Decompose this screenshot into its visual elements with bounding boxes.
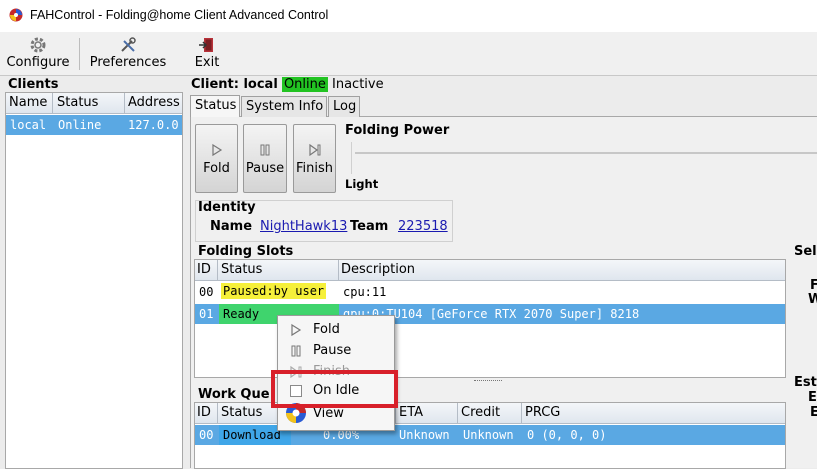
name-label: Name <box>210 219 253 234</box>
menu-item-pause[interactable]: Pause <box>278 341 394 361</box>
side-panel-label: Est <box>794 375 817 390</box>
column-divider <box>124 93 125 113</box>
menu-item-label: View <box>313 406 344 421</box>
pane-splitter-handle[interactable] <box>474 380 502 384</box>
tab-log[interactable]: Log <box>328 96 360 117</box>
configure-label: Configure <box>6 55 70 70</box>
toolbar: Configure Preferences Exit <box>0 32 817 76</box>
column-header-name[interactable]: Name <box>9 95 47 110</box>
wu-status: Download <box>223 428 281 442</box>
column-divider <box>52 93 53 113</box>
wu-credit: Unknown <box>463 428 514 442</box>
column-divider <box>338 260 339 280</box>
column-header-status[interactable]: Status <box>221 405 262 420</box>
tab-system-info[interactable]: System Info <box>241 96 327 117</box>
side-panel-label: Sel <box>794 244 817 259</box>
menu-item-fold[interactable]: Fold <box>278 320 394 340</box>
pause-label: Pause <box>245 161 285 176</box>
finish-icon <box>308 143 320 157</box>
column-divider <box>217 260 218 280</box>
gear-icon <box>30 37 46 53</box>
finish-label: Finish <box>295 161 333 176</box>
side-panel-label: E <box>808 390 817 405</box>
side-panel-label: E <box>810 405 817 420</box>
work-queue-title: Work Que <box>198 387 270 402</box>
online-badge: Online <box>281 77 328 92</box>
exit-button[interactable]: Exit <box>190 34 224 72</box>
clients-title: Clients <box>8 77 59 92</box>
client-header: Client: local Online Inactive <box>191 77 384 92</box>
configure-button[interactable]: Configure <box>5 34 71 72</box>
column-divider <box>217 403 218 423</box>
user-name-link[interactable]: NightHawk13 <box>260 219 347 234</box>
play-icon <box>291 323 302 337</box>
toolbar-divider <box>79 38 80 70</box>
folding-power-slider[interactable] <box>355 152 817 154</box>
preferences-button[interactable]: Preferences <box>88 34 168 72</box>
column-header-description[interactable]: Description <box>341 262 415 277</box>
client-address: 127.0.0 <box>128 118 179 132</box>
title-bar: FAHControl - Folding@home Client Advance… <box>0 0 817 32</box>
identity-title: Identity <box>198 200 256 215</box>
client-row[interactable]: local Online 127.0.0 <box>6 115 182 135</box>
side-panel-label: W <box>808 292 817 307</box>
column-header-status[interactable]: Status <box>221 262 262 277</box>
team-link[interactable]: 223518 <box>398 219 448 234</box>
menu-item-label: Fold <box>313 322 340 337</box>
side-panel-label: F <box>810 278 817 293</box>
wu-eta: Unknown <box>399 428 450 442</box>
play-icon <box>211 143 222 157</box>
pause-icon <box>260 144 270 156</box>
wu-id: 00 <box>199 428 214 442</box>
slots-header: ID Status Description <box>195 260 785 281</box>
slot-id: 00 <box>199 285 214 299</box>
slot-description: cpu:11 <box>343 285 387 299</box>
fold-button[interactable]: Fold <box>195 124 238 193</box>
power-level-light: Light <box>345 177 379 191</box>
client-status: Online <box>58 118 102 132</box>
exit-icon <box>199 38 213 52</box>
exit-label: Exit <box>194 55 220 70</box>
slot-id: 01 <box>199 307 214 321</box>
column-header-id[interactable]: ID <box>197 262 211 277</box>
finish-button[interactable]: Finish <box>293 124 336 193</box>
pause-button[interactable]: Pause <box>243 124 287 193</box>
highlight-box <box>271 370 398 408</box>
column-divider <box>521 403 522 423</box>
client-name: local <box>10 118 47 132</box>
menu-item-label: Pause <box>313 343 352 358</box>
preferences-label: Preferences <box>89 55 167 70</box>
tools-icon <box>121 37 136 52</box>
team-label: Team <box>350 219 389 234</box>
tab-status[interactable]: Status <box>190 95 240 117</box>
power-divider <box>351 142 352 174</box>
column-header-eta[interactable]: ETA <box>399 405 423 420</box>
column-header-id[interactable]: ID <box>197 405 211 420</box>
table-row[interactable]: 00 Paused:by user cpu:11 <box>195 282 785 302</box>
column-header-status[interactable]: Status <box>57 95 98 110</box>
client-state: Inactive <box>332 77 384 92</box>
slot-status: Paused:by user <box>221 283 327 299</box>
folding-power-title: Folding Power <box>345 123 450 138</box>
column-header-prcg[interactable]: PRCG <box>525 405 560 420</box>
client-label: Client: local <box>191 77 278 92</box>
fah-logo-icon <box>9 8 23 22</box>
fold-label: Fold <box>203 161 230 176</box>
clients-list[interactable]: Name Status Address local Online 127.0.0 <box>5 92 183 469</box>
column-header-credit[interactable]: Credit <box>461 405 500 420</box>
column-divider <box>457 403 458 423</box>
pause-icon <box>291 345 301 357</box>
clients-header: Name Status Address <box>6 93 182 114</box>
folding-slots-title: Folding Slots <box>198 244 294 259</box>
window-title: FAHControl - Folding@home Client Advance… <box>30 8 329 22</box>
column-header-address[interactable]: Address <box>128 95 180 110</box>
wu-prcg: 0 (0, 0, 0) <box>527 428 607 442</box>
